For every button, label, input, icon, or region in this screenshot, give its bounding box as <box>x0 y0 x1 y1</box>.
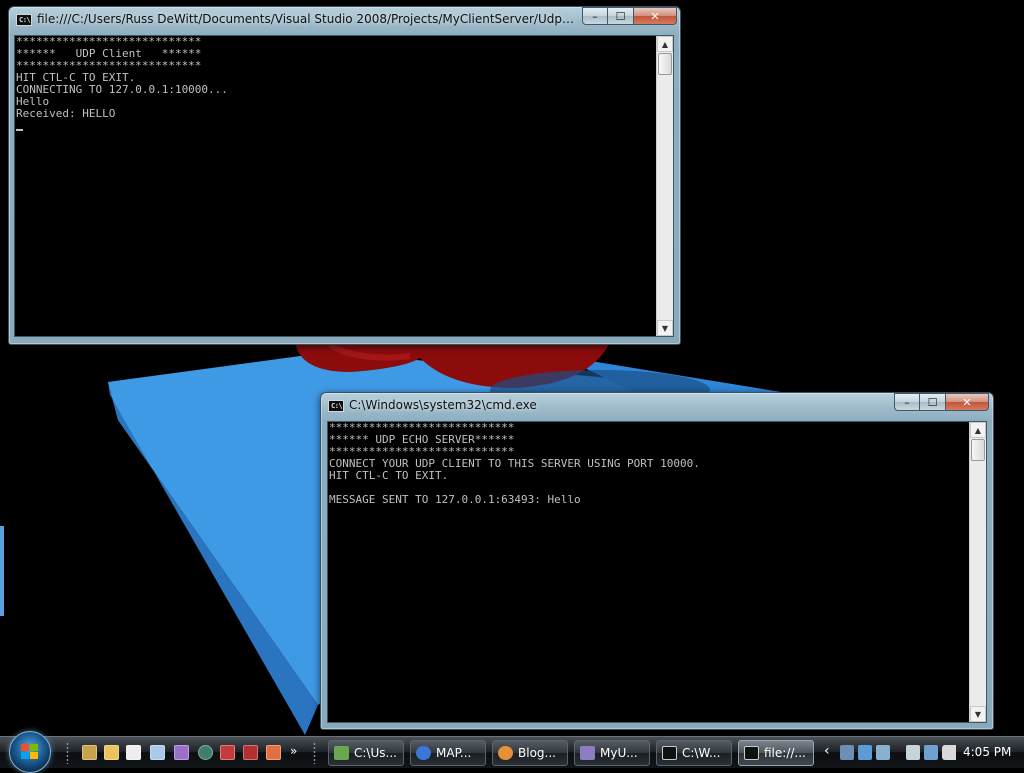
minimize-button[interactable]: – <box>894 393 920 411</box>
quicklaunch-pdf-icon[interactable] <box>220 745 235 760</box>
vertical-scrollbar[interactable]: ▲ ▼ <box>656 36 673 336</box>
taskbar-button-cmd[interactable]: C:\W... <box>656 740 732 766</box>
console-output: **************************** ****** UDP … <box>15 36 656 336</box>
console-line: Received: HELLO <box>16 107 116 120</box>
close-button[interactable]: ✕ <box>634 7 677 25</box>
folder-icon <box>334 746 349 760</box>
quicklaunch-explorer-icon[interactable] <box>82 745 97 760</box>
visual-studio-icon <box>580 746 595 760</box>
taskbar-button-label: C:\W... <box>682 746 721 760</box>
quicklaunch-pdf2-icon[interactable] <box>243 745 258 760</box>
minimize-icon: – <box>592 9 598 23</box>
close-icon: ✕ <box>650 9 660 23</box>
console-line: HIT CTL-C TO EXIT. <box>329 469 449 482</box>
scroll-thumb[interactable] <box>971 439 985 461</box>
quicklaunch-document-icon[interactable] <box>150 745 165 760</box>
console-icon <box>744 746 759 760</box>
window-title: file:///C:/Users/Russ DeWitt/Documents/V… <box>37 12 579 26</box>
taskbar-button-label: MAP... <box>436 746 472 760</box>
maximize-icon: ☐ <box>615 9 626 23</box>
quicklaunch-media-icon[interactable] <box>174 745 189 760</box>
scroll-down-button[interactable]: ▼ <box>970 706 986 722</box>
quicklaunch-notepad-icon[interactable] <box>126 745 141 760</box>
tray-volume-icon[interactable] <box>942 745 956 760</box>
quicklaunch-more-button[interactable]: » <box>290 744 297 758</box>
tray-update-icon[interactable] <box>876 745 890 760</box>
quicklaunch-app-g-icon[interactable] <box>198 745 213 760</box>
taskbar-button-explorer[interactable]: C:\Us... <box>328 740 404 766</box>
taskbar-button-label: file://... <box>764 746 806 760</box>
udp-client-window[interactable]: C:\ file:///C:/Users/Russ DeWitt/Documen… <box>8 6 681 345</box>
minimize-icon: – <box>904 395 910 409</box>
close-button[interactable]: ✕ <box>946 393 989 411</box>
arrow-down-icon: ▼ <box>661 323 669 333</box>
window-title: C:\Windows\system32\cmd.exe <box>349 398 537 412</box>
arrow-up-icon: ▲ <box>974 425 982 435</box>
tray-users-icon[interactable] <box>858 745 872 760</box>
console-icon[interactable]: C:\ <box>328 400 344 412</box>
quicklaunch-folder-icon[interactable] <box>104 745 119 760</box>
console-icon[interactable]: C:\ <box>16 14 32 26</box>
console-line: MESSAGE SENT TO 127.0.0.1:63493: Hello <box>329 493 581 506</box>
taskbar-button-visual-studio[interactable]: MyU... <box>574 740 650 766</box>
scroll-thumb[interactable] <box>658 53 672 75</box>
scroll-down-button[interactable]: ▼ <box>657 320 673 336</box>
tray-security-icon[interactable] <box>906 745 920 760</box>
scroll-up-button[interactable]: ▲ <box>970 422 986 438</box>
console-area[interactable]: **************************** ****** UDP … <box>14 35 674 337</box>
system-clock[interactable]: 4:05 PM <box>963 745 1011 759</box>
arrow-up-icon: ▲ <box>661 39 669 49</box>
taskbar-button-label: MyU... <box>600 746 638 760</box>
console-output: **************************** ****** UDP … <box>328 422 969 722</box>
close-icon: ✕ <box>962 395 972 409</box>
taskbar: » C:\Us... MAP... Blog... MyU... C:\W...… <box>0 731 1024 773</box>
console-line: CONNECTING TO 127.0.0.1:10000... <box>16 83 228 96</box>
console-area[interactable]: **************************** ****** UDP … <box>327 421 987 723</box>
scroll-up-button[interactable]: ▲ <box>657 36 673 52</box>
maximize-button[interactable]: ☐ <box>608 7 634 25</box>
tray-network-status-icon[interactable] <box>924 745 938 760</box>
taskbar-gripper[interactable] <box>313 742 316 764</box>
taskbar-button-label: C:\Us... <box>354 746 397 760</box>
taskbar-button-label: Blog... <box>518 746 556 760</box>
taskbar-gripper[interactable] <box>66 742 69 764</box>
taskbar-button-map[interactable]: MAP... <box>410 740 486 766</box>
maximize-button[interactable]: ☐ <box>920 393 946 411</box>
taskbar-button-firefox[interactable]: Blog... <box>492 740 568 766</box>
app-g-icon <box>416 746 431 760</box>
title-bar[interactable]: C:\ file:///C:/Users/Russ DeWitt/Documen… <box>9 7 680 33</box>
start-button[interactable] <box>9 731 51 773</box>
quicklaunch-paint-icon[interactable] <box>266 745 281 760</box>
firefox-icon <box>498 746 513 760</box>
title-bar[interactable]: C:\ C:\Windows\system32\cmd.exe – ☐ ✕ <box>321 393 993 419</box>
text-cursor <box>15 120 656 132</box>
maximize-icon: ☐ <box>927 395 938 409</box>
arrow-down-icon: ▼ <box>974 709 982 719</box>
windows-logo-icon <box>21 744 39 760</box>
tray-expand-button[interactable]: ‹ <box>824 743 830 759</box>
console-icon <box>662 746 677 760</box>
cmd-server-window[interactable]: C:\ C:\Windows\system32\cmd.exe – ☐ ✕ **… <box>320 392 994 730</box>
minimize-button[interactable]: – <box>582 7 608 25</box>
tray-network-icon[interactable] <box>840 745 854 760</box>
wallpaper-left-widget <box>0 526 4 616</box>
taskbar-button-udp-client[interactable]: file://... <box>738 740 814 766</box>
vertical-scrollbar[interactable]: ▲ ▼ <box>969 422 986 722</box>
